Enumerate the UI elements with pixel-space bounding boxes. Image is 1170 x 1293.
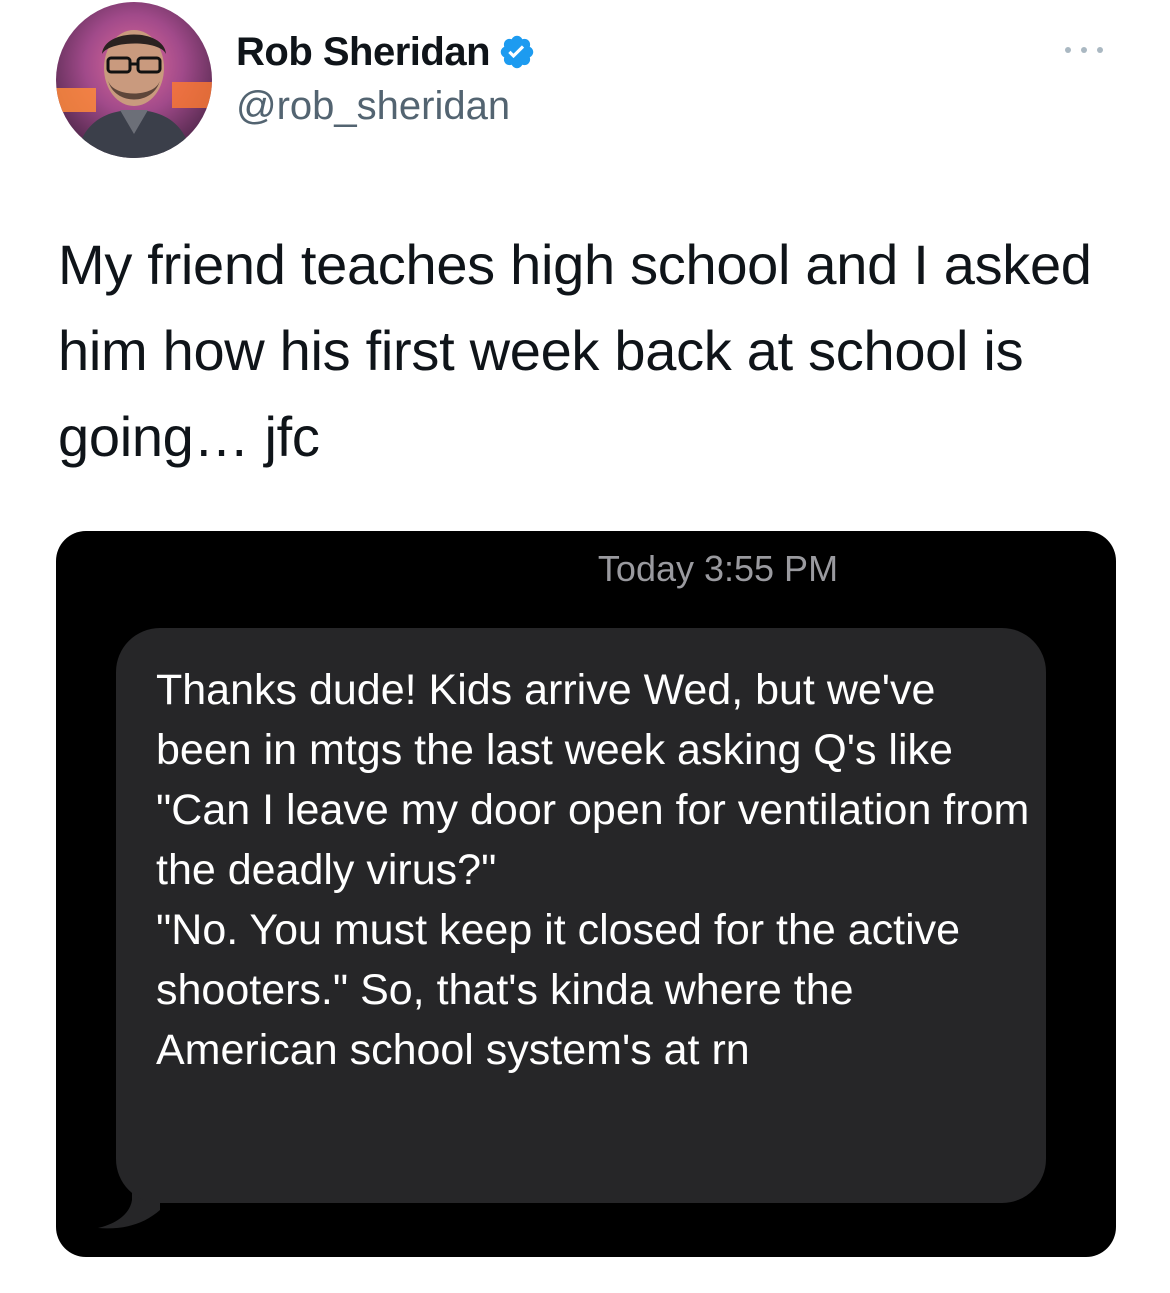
- message-text: Thanks dude! Kids arrive Wed, but we've …: [156, 666, 1030, 1074]
- tweet-text: My friend teaches high school and I aske…: [58, 233, 1092, 468]
- message-timestamp: Today 3:55 PM: [597, 548, 839, 589]
- more-options-icon[interactable]: [1058, 36, 1110, 64]
- tweet-card: Rob Sheridan @rob_sheridan My friend tea…: [0, 0, 1170, 1293]
- author-display-name[interactable]: Rob Sheridan: [236, 30, 491, 75]
- author-name-row: Rob Sheridan: [236, 28, 536, 76]
- avatar-photo-icon: [56, 2, 212, 158]
- avatar[interactable]: [56, 2, 212, 158]
- verified-badge-icon: [500, 35, 534, 69]
- author-handle[interactable]: @rob_sheridan: [236, 84, 510, 129]
